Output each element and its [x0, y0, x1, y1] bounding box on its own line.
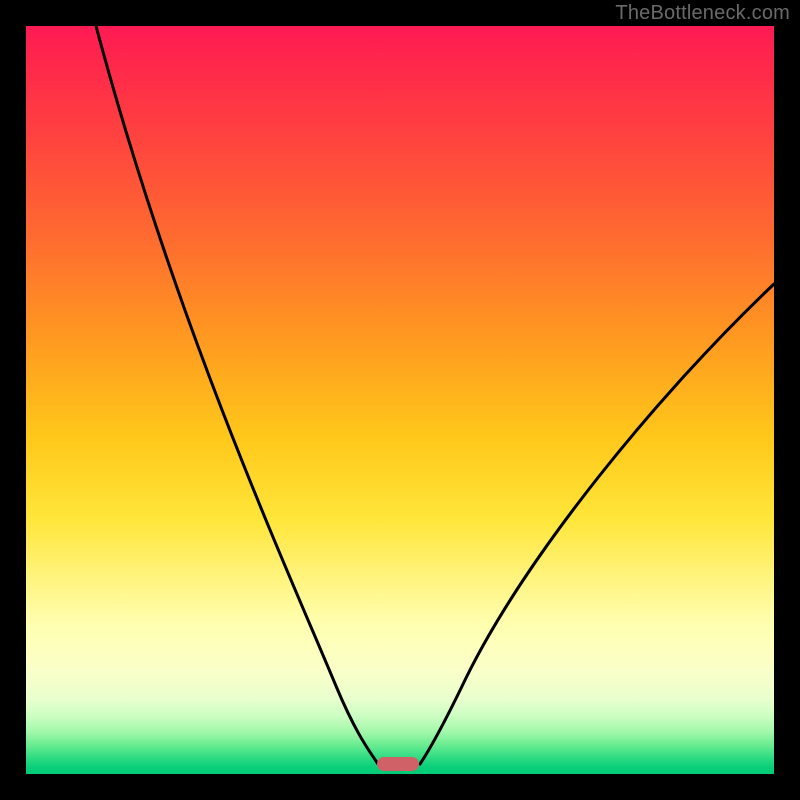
curve-right-branch — [420, 284, 774, 764]
curve-left-branch — [96, 26, 378, 764]
plot-frame — [26, 26, 774, 774]
bottleneck-curve — [26, 26, 774, 774]
watermark-text: TheBottleneck.com — [615, 2, 790, 25]
bottleneck-marker — [377, 757, 419, 771]
